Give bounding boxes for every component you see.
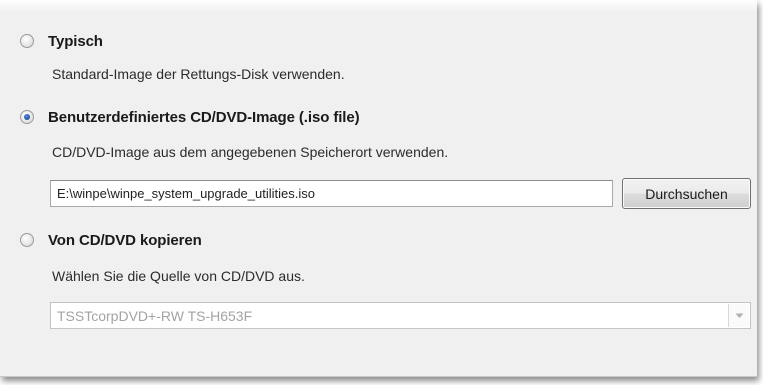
typical-description: Standard-Image der Rettungs-Disk verwend… (52, 66, 345, 82)
browse-button[interactable]: Durchsuchen (622, 178, 751, 209)
copy-from-disc-radio[interactable] (20, 233, 34, 247)
typical-label: Typisch (48, 32, 103, 50)
option-custom-image[interactable]: Benutzerdefiniertes CD/DVD-Image (.iso f… (20, 105, 360, 129)
copy-from-disc-description: Wählen Sie die Quelle von CD/DVD aus. (52, 268, 305, 284)
option-typical[interactable]: Typisch (20, 29, 103, 53)
custom-image-description: CD/DVD-Image aus dem angegebenen Speiche… (52, 144, 449, 160)
rescue-disk-options-panel: Typisch Standard-Image der Rettungs-Disk… (0, 0, 757, 377)
source-drive-select[interactable]: TSSTcorpDVD+-RW TS-H653F (50, 302, 751, 329)
iso-path-input[interactable] (50, 180, 613, 207)
custom-image-radio[interactable] (20, 110, 34, 124)
option-copy-from-disc[interactable]: Von CD/DVD kopieren (20, 228, 202, 252)
typical-radio[interactable] (20, 34, 34, 48)
source-drive-value: TSSTcorpDVD+-RW TS-H653F (57, 307, 253, 324)
copy-from-disc-label: Von CD/DVD kopieren (48, 231, 202, 249)
chevron-down-icon[interactable] (728, 304, 749, 327)
custom-image-label: Benutzerdefiniertes CD/DVD-Image (.iso f… (48, 108, 360, 126)
